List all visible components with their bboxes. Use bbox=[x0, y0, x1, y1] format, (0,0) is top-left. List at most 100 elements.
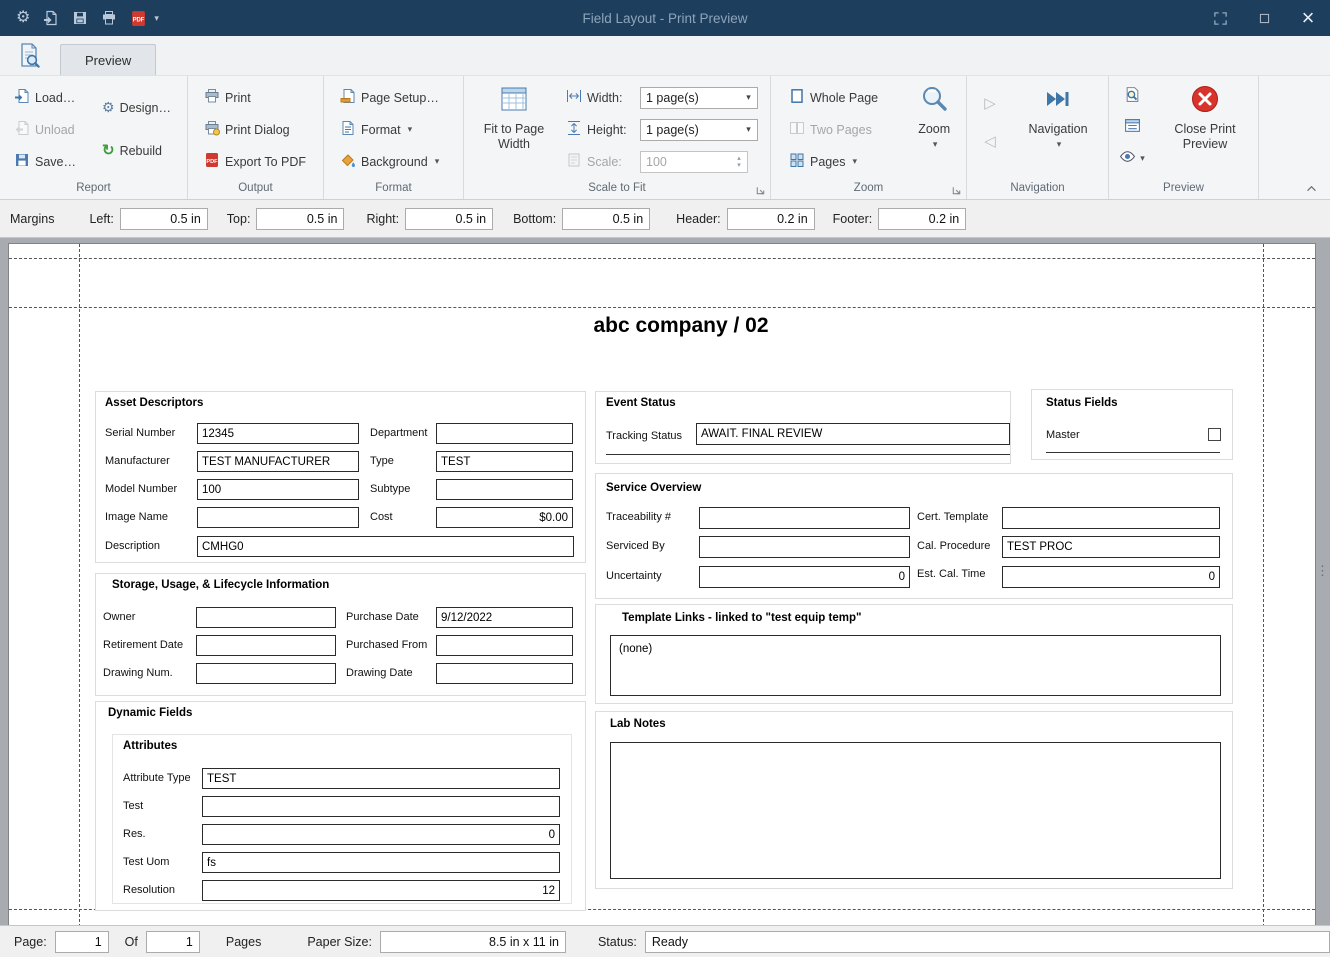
height-caret-icon[interactable]: ▾ bbox=[740, 120, 757, 140]
print-icon[interactable] bbox=[101, 10, 117, 26]
margin-left-label: Left: bbox=[89, 212, 113, 226]
section-underline bbox=[1046, 452, 1220, 453]
pdf-dropdown-caret-icon[interactable]: ▾ bbox=[154, 13, 159, 24]
export-to-pdf-button[interactable]: PDF Export To PDF bbox=[198, 148, 312, 175]
print-button[interactable]: Print bbox=[198, 84, 312, 111]
group-label-scale-to-fit: Scale to Fit bbox=[464, 180, 770, 199]
cal-procedure-value: TEST PROC bbox=[1002, 536, 1220, 558]
background-button[interactable]: Background ▾ bbox=[334, 148, 445, 175]
page-number-input[interactable]: 1 bbox=[55, 931, 109, 953]
margin-bottom-input[interactable]: 0.5 in bbox=[562, 208, 650, 230]
group-label-navigation: Navigation bbox=[967, 180, 1108, 199]
type-value: TEST bbox=[436, 451, 573, 472]
zoom-magnifier-icon bbox=[918, 83, 950, 119]
print-dialog-icon bbox=[204, 120, 220, 139]
drawing-date-label: Drawing Date bbox=[346, 667, 413, 679]
two-pages-button[interactable]: Two Pages bbox=[783, 116, 892, 143]
format-button[interactable]: Format ▾ bbox=[334, 116, 445, 143]
department-value bbox=[436, 423, 573, 444]
margin-right-input[interactable]: 0.5 in bbox=[405, 208, 493, 230]
page-setup-button[interactable]: Page Setup… bbox=[334, 84, 445, 111]
zoom-dialog-launcher[interactable] bbox=[949, 183, 963, 197]
ribbon-group-preview: ▾ Close Print Preview Preview bbox=[1109, 76, 1259, 199]
subtype-label: Subtype bbox=[370, 483, 410, 495]
description-value: CMHG0 bbox=[197, 536, 574, 557]
collapse-ribbon-button[interactable] bbox=[1300, 180, 1322, 196]
tab-preview-label: Preview bbox=[85, 53, 131, 68]
tab-preview[interactable]: Preview bbox=[60, 44, 156, 75]
resolution-value: 12 bbox=[202, 880, 560, 901]
load-report-icon[interactable] bbox=[43, 10, 59, 26]
scale-spinner[interactable]: 100 ▴▾ bbox=[640, 151, 748, 173]
settings-gear-icon[interactable]: ⚙ bbox=[16, 10, 30, 26]
department-label: Department bbox=[370, 427, 427, 439]
section-status-fields: Status Fields Master bbox=[1031, 389, 1233, 460]
width-caret-icon[interactable]: ▾ bbox=[740, 88, 757, 108]
attribute-type-value: TEST bbox=[202, 768, 560, 789]
parameters-list-button[interactable] bbox=[1119, 115, 1145, 139]
page-setup-label: Page Setup… bbox=[361, 91, 439, 105]
side-panel-grip[interactable]: ⋮ bbox=[1316, 568, 1329, 574]
export-to-pdf-label: Export To PDF bbox=[225, 155, 306, 169]
width-icon bbox=[566, 88, 582, 107]
load-icon bbox=[14, 88, 30, 107]
margin-footer-input[interactable]: 0.2 in bbox=[878, 208, 966, 230]
rebuild-button[interactable]: ↻ Rebuild bbox=[96, 137, 177, 164]
rebuild-icon: ↻ bbox=[102, 143, 115, 158]
cert-template-value bbox=[1002, 507, 1220, 529]
pdf-icon[interactable]: PDF bbox=[130, 10, 147, 27]
maximize-button[interactable] bbox=[1242, 0, 1286, 36]
height-icon bbox=[566, 120, 582, 139]
margin-header-input[interactable]: 0.2 in bbox=[727, 208, 815, 230]
next-arrow-icon: ▷ bbox=[984, 94, 996, 112]
manufacturer-label: Manufacturer bbox=[105, 455, 170, 467]
test-uom-label: Test Uom bbox=[123, 856, 169, 868]
cost-value: $0.00 bbox=[436, 507, 573, 528]
ribbon-group-navigation: ▷ ◁ Navigation ▾ Navigation bbox=[967, 76, 1109, 199]
design-button[interactable]: ⚙ Design… bbox=[96, 94, 177, 121]
print-icon bbox=[204, 88, 220, 107]
section-title: Storage, Usage, & Lifecycle Information bbox=[112, 579, 329, 591]
section-event-status: Event Status Tracking Status AWAIT. FINA… bbox=[595, 391, 1011, 464]
save-icon bbox=[14, 152, 30, 171]
search-document-button[interactable] bbox=[1119, 84, 1145, 108]
save-button[interactable]: Save… bbox=[8, 148, 88, 175]
close-window-button[interactable]: × bbox=[1286, 0, 1330, 36]
load-button[interactable]: Load… bbox=[8, 84, 88, 111]
watermark-visibility-button[interactable]: ▾ bbox=[1119, 146, 1145, 170]
header-margin-guide bbox=[9, 258, 1315, 259]
next-page-arrow-button[interactable]: ▷ bbox=[977, 90, 1003, 116]
margin-top-input[interactable]: 0.5 in bbox=[256, 208, 344, 230]
report-page[interactable]: abc company / 02 Asset Descriptors Seria… bbox=[8, 243, 1316, 925]
save-icon[interactable] bbox=[72, 10, 88, 26]
height-combobox[interactable]: 1 page(s) ▾ bbox=[640, 119, 758, 141]
left-margin-guide bbox=[79, 244, 80, 925]
page-label: Page: bbox=[14, 935, 47, 949]
group-label-output: Output bbox=[188, 180, 323, 199]
print-preview-app-button[interactable] bbox=[0, 37, 58, 75]
margin-right-label: Right: bbox=[366, 212, 399, 226]
whole-page-button[interactable]: Whole Page bbox=[783, 84, 892, 111]
unload-button[interactable]: Unload bbox=[8, 116, 88, 143]
section-title: Asset Descriptors bbox=[105, 397, 203, 409]
subsection-attributes: Attributes Attribute Type TEST Test Res.… bbox=[112, 734, 572, 904]
width-combobox[interactable]: 1 page(s) ▾ bbox=[640, 87, 758, 109]
scale-to-fit-dialog-launcher[interactable] bbox=[753, 183, 767, 197]
close-print-preview-button[interactable]: Close Print Preview bbox=[1159, 76, 1251, 180]
margin-left-input[interactable]: 0.5 in bbox=[120, 208, 208, 230]
cal-procedure-label: Cal. Procedure bbox=[917, 540, 990, 552]
subtype-value bbox=[436, 479, 573, 500]
pages-button[interactable]: Pages ▾ bbox=[783, 148, 892, 175]
tracking-status-label: Tracking Status bbox=[606, 430, 682, 442]
scale-spinner-arrows-icon[interactable]: ▴▾ bbox=[731, 155, 747, 169]
image-name-label: Image Name bbox=[105, 511, 168, 523]
fullscreen-toggle-button[interactable] bbox=[1198, 0, 1242, 36]
print-dialog-button[interactable]: Print Dialog bbox=[198, 116, 312, 143]
navigation-button[interactable]: Navigation ▾ bbox=[1015, 76, 1101, 180]
fit-to-page-width-button[interactable]: Fit to Page Width bbox=[478, 76, 550, 180]
drawing-num-label: Drawing Num. bbox=[103, 667, 173, 679]
cert-template-label: Cert. Template bbox=[917, 511, 988, 523]
previous-page-arrow-button[interactable]: ◁ bbox=[977, 128, 1003, 154]
zoom-button[interactable]: Zoom ▾ bbox=[902, 76, 966, 180]
window-controls: × bbox=[1198, 0, 1330, 36]
